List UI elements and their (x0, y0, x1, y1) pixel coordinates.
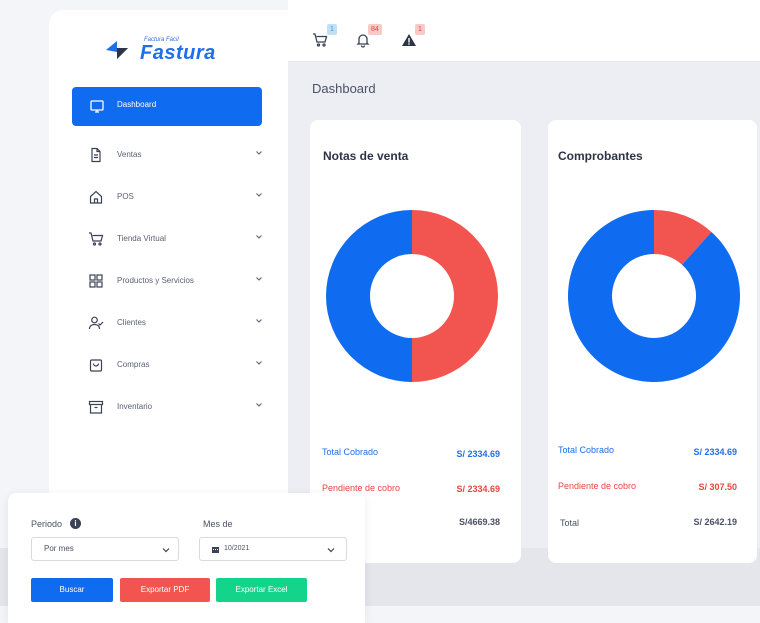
chevron-down-icon[interactable] (255, 149, 263, 157)
sidebar-item-label: Ventas (117, 150, 142, 159)
document-icon (88, 147, 104, 163)
periodo-select[interactable]: Por mes (31, 537, 179, 561)
info-icon[interactable]: i (70, 518, 81, 529)
cart-badge: 1 (327, 24, 337, 35)
sidebar-item-tienda-virtual[interactable]: Tienda Virtual (72, 225, 262, 253)
chevron-down-icon (327, 546, 335, 554)
legend-label-pendiente: Pendiente de cobro (558, 481, 637, 491)
sidebar-item-label: Clientes (117, 318, 146, 327)
chevron-down-icon[interactable] (255, 401, 263, 409)
sidebar-item-productos-y-servicios[interactable]: Productos y Servicios (72, 267, 262, 295)
top-bar (288, 0, 760, 62)
bell-badge: 84 (368, 24, 382, 35)
legend-value-total: S/ 2642.19 (693, 517, 737, 527)
sidebar-item-dashboard[interactable]: Dashboard (72, 87, 262, 126)
export-excel-button[interactable]: Exportar Excel (216, 578, 307, 602)
legend-value-pendiente: S/ 2334.69 (456, 484, 500, 494)
sidebar-item-label: Dashboard (117, 100, 157, 109)
sidebar-item-label: Compras (117, 360, 150, 369)
export-pdf-button[interactable]: Exportar PDF (120, 578, 210, 602)
logo-wordmark: Fastura (140, 42, 216, 64)
bag-icon (88, 357, 104, 373)
chevron-down-icon (162, 546, 170, 554)
mes-select[interactable]: 10/2021 (199, 537, 347, 561)
page-title: Dashboard (312, 81, 376, 96)
donut-chart-notas (326, 210, 498, 382)
chevron-down-icon[interactable] (255, 191, 263, 199)
cart-icon (88, 231, 104, 247)
logo[interactable]: Factura Fácil Fastura (104, 34, 244, 68)
sidebar-item-label: Productos y Servicios (117, 276, 194, 285)
buscar-button[interactable]: Buscar (31, 578, 113, 602)
cart-icon[interactable] (312, 32, 328, 48)
sidebar (49, 10, 288, 510)
card-title: Notas de venta (323, 149, 409, 163)
periodo-label: Periodo (31, 519, 63, 529)
legend-label-cobrado: Total Cobrado (322, 447, 379, 457)
home-icon (88, 189, 104, 205)
sidebar-item-pos[interactable]: POS (72, 183, 262, 211)
periodo-select-value: Por mes (44, 544, 74, 553)
sidebar-item-label: Inventario (117, 402, 153, 411)
donut-slice-total-cobrado (326, 210, 412, 382)
alert-badge: 1 (415, 24, 425, 35)
sidebar-item-label: POS (117, 192, 134, 201)
donut-slice-total-cobrado (568, 210, 740, 382)
sidebar-item-compras[interactable]: Compras (72, 351, 262, 379)
chevron-down-icon[interactable] (255, 233, 263, 241)
card-title: Comprobantes (558, 149, 643, 163)
legend-value-cobrado: S/ 2334.69 (693, 447, 737, 457)
legend-value-pendiente: S/ 307.50 (698, 482, 737, 492)
calendar-icon (212, 546, 219, 553)
sidebar-item-ventas[interactable]: Ventas (72, 141, 262, 169)
chevron-down-icon[interactable] (255, 275, 263, 283)
legend-value-total: S/4669.38 (458, 517, 500, 527)
archive-icon (88, 399, 104, 415)
grid-icon (88, 273, 104, 289)
legend-value-cobrado: S/ 2334.69 (456, 449, 500, 459)
mes-label: Mes de (203, 519, 233, 529)
sidebar-item-inventario[interactable]: Inventario (72, 393, 262, 421)
mes-select-value: 10/2021 (224, 545, 250, 552)
logo-mark-icon (104, 37, 130, 63)
sidebar-item-clientes[interactable]: Clientes (72, 309, 262, 337)
donut-slice-pendiente-de-cobro (412, 210, 498, 382)
legend-label-total: Total (560, 518, 580, 528)
monitor-icon (89, 98, 105, 114)
user-check-icon (88, 315, 104, 331)
legend-label-pendiente: Pendiente de cobro (322, 483, 401, 493)
donut-chart-comprobantes (568, 210, 740, 382)
chevron-down-icon[interactable] (255, 359, 263, 367)
legend-label-cobrado: Total Cobrado (558, 445, 615, 455)
sidebar-item-label: Tienda Virtual (117, 234, 166, 243)
chevron-down-icon[interactable] (255, 317, 263, 325)
